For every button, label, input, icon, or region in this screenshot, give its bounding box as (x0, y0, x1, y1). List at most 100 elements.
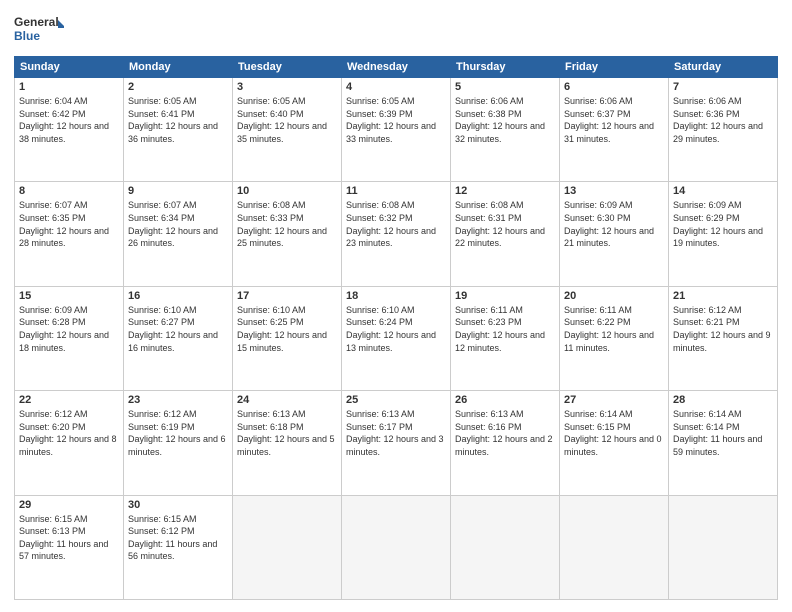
day-info: Sunrise: 6:06 AMSunset: 6:36 PMDaylight:… (673, 96, 763, 144)
calendar-cell: 15 Sunrise: 6:09 AMSunset: 6:28 PMDaylig… (15, 286, 124, 390)
day-number: 12 (455, 185, 555, 197)
day-info: Sunrise: 6:13 AMSunset: 6:16 PMDaylight:… (455, 409, 553, 457)
dow-header: Tuesday (233, 57, 342, 78)
logo: General Blue (14, 12, 64, 48)
calendar-cell: 20 Sunrise: 6:11 AMSunset: 6:22 PMDaylig… (560, 286, 669, 390)
calendar-cell: 23 Sunrise: 6:12 AMSunset: 6:19 PMDaylig… (124, 391, 233, 495)
day-number: 9 (128, 185, 228, 197)
day-number: 3 (237, 81, 337, 93)
calendar-cell: 28 Sunrise: 6:14 AMSunset: 6:14 PMDaylig… (669, 391, 778, 495)
calendar-cell: 19 Sunrise: 6:11 AMSunset: 6:23 PMDaylig… (451, 286, 560, 390)
dow-header: Thursday (451, 57, 560, 78)
calendar-week-row: 1 Sunrise: 6:04 AMSunset: 6:42 PMDayligh… (15, 78, 778, 182)
header: General Blue (14, 12, 778, 48)
calendar-cell (560, 495, 669, 599)
dow-header: Wednesday (342, 57, 451, 78)
day-number: 22 (19, 394, 119, 406)
calendar-cell: 22 Sunrise: 6:12 AMSunset: 6:20 PMDaylig… (15, 391, 124, 495)
day-number: 11 (346, 185, 446, 197)
calendar-cell: 30 Sunrise: 6:15 AMSunset: 6:12 PMDaylig… (124, 495, 233, 599)
calendar-cell: 29 Sunrise: 6:15 AMSunset: 6:13 PMDaylig… (15, 495, 124, 599)
calendar-cell (342, 495, 451, 599)
dow-header: Monday (124, 57, 233, 78)
calendar-week-row: 8 Sunrise: 6:07 AMSunset: 6:35 PMDayligh… (15, 182, 778, 286)
dow-header: Sunday (15, 57, 124, 78)
day-number: 4 (346, 81, 446, 93)
calendar-cell: 8 Sunrise: 6:07 AMSunset: 6:35 PMDayligh… (15, 182, 124, 286)
day-info: Sunrise: 6:12 AMSunset: 6:20 PMDaylight:… (19, 409, 117, 457)
calendar-cell: 12 Sunrise: 6:08 AMSunset: 6:31 PMDaylig… (451, 182, 560, 286)
day-info: Sunrise: 6:05 AMSunset: 6:39 PMDaylight:… (346, 96, 436, 144)
day-info: Sunrise: 6:14 AMSunset: 6:15 PMDaylight:… (564, 409, 662, 457)
calendar-cell: 13 Sunrise: 6:09 AMSunset: 6:30 PMDaylig… (560, 182, 669, 286)
calendar-cell: 18 Sunrise: 6:10 AMSunset: 6:24 PMDaylig… (342, 286, 451, 390)
day-info: Sunrise: 6:07 AMSunset: 6:34 PMDaylight:… (128, 200, 218, 248)
day-info: Sunrise: 6:14 AMSunset: 6:14 PMDaylight:… (673, 409, 762, 457)
day-number: 5 (455, 81, 555, 93)
calendar-cell: 6 Sunrise: 6:06 AMSunset: 6:37 PMDayligh… (560, 78, 669, 182)
day-number: 19 (455, 290, 555, 302)
dow-header: Saturday (669, 57, 778, 78)
day-info: Sunrise: 6:08 AMSunset: 6:31 PMDaylight:… (455, 200, 545, 248)
day-number: 8 (19, 185, 119, 197)
calendar-cell: 1 Sunrise: 6:04 AMSunset: 6:42 PMDayligh… (15, 78, 124, 182)
day-number: 14 (673, 185, 773, 197)
calendar-cell: 27 Sunrise: 6:14 AMSunset: 6:15 PMDaylig… (560, 391, 669, 495)
calendar-cell: 24 Sunrise: 6:13 AMSunset: 6:18 PMDaylig… (233, 391, 342, 495)
day-info: Sunrise: 6:08 AMSunset: 6:32 PMDaylight:… (346, 200, 436, 248)
calendar-cell: 17 Sunrise: 6:10 AMSunset: 6:25 PMDaylig… (233, 286, 342, 390)
day-number: 18 (346, 290, 446, 302)
day-info: Sunrise: 6:10 AMSunset: 6:25 PMDaylight:… (237, 305, 327, 353)
day-info: Sunrise: 6:07 AMSunset: 6:35 PMDaylight:… (19, 200, 109, 248)
day-info: Sunrise: 6:12 AMSunset: 6:21 PMDaylight:… (673, 305, 771, 353)
day-info: Sunrise: 6:13 AMSunset: 6:17 PMDaylight:… (346, 409, 444, 457)
calendar-cell: 16 Sunrise: 6:10 AMSunset: 6:27 PMDaylig… (124, 286, 233, 390)
calendar-cell: 26 Sunrise: 6:13 AMSunset: 6:16 PMDaylig… (451, 391, 560, 495)
day-number: 13 (564, 185, 664, 197)
calendar-cell (451, 495, 560, 599)
calendar-cell: 4 Sunrise: 6:05 AMSunset: 6:39 PMDayligh… (342, 78, 451, 182)
day-info: Sunrise: 6:15 AMSunset: 6:13 PMDaylight:… (19, 514, 108, 562)
day-number: 6 (564, 81, 664, 93)
day-info: Sunrise: 6:09 AMSunset: 6:29 PMDaylight:… (673, 200, 763, 248)
calendar-body: 1 Sunrise: 6:04 AMSunset: 6:42 PMDayligh… (15, 78, 778, 600)
calendar-cell: 2 Sunrise: 6:05 AMSunset: 6:41 PMDayligh… (124, 78, 233, 182)
calendar-cell (233, 495, 342, 599)
calendar-week-row: 22 Sunrise: 6:12 AMSunset: 6:20 PMDaylig… (15, 391, 778, 495)
calendar-cell: 5 Sunrise: 6:06 AMSunset: 6:38 PMDayligh… (451, 78, 560, 182)
day-number: 23 (128, 394, 228, 406)
day-info: Sunrise: 6:10 AMSunset: 6:27 PMDaylight:… (128, 305, 218, 353)
calendar-week-row: 15 Sunrise: 6:09 AMSunset: 6:28 PMDaylig… (15, 286, 778, 390)
calendar-cell: 7 Sunrise: 6:06 AMSunset: 6:36 PMDayligh… (669, 78, 778, 182)
day-number: 17 (237, 290, 337, 302)
day-number: 24 (237, 394, 337, 406)
calendar-cell: 14 Sunrise: 6:09 AMSunset: 6:29 PMDaylig… (669, 182, 778, 286)
day-info: Sunrise: 6:04 AMSunset: 6:42 PMDaylight:… (19, 96, 109, 144)
day-info: Sunrise: 6:11 AMSunset: 6:22 PMDaylight:… (564, 305, 654, 353)
day-info: Sunrise: 6:09 AMSunset: 6:28 PMDaylight:… (19, 305, 109, 353)
calendar-cell: 21 Sunrise: 6:12 AMSunset: 6:21 PMDaylig… (669, 286, 778, 390)
calendar-cell: 3 Sunrise: 6:05 AMSunset: 6:40 PMDayligh… (233, 78, 342, 182)
day-number: 27 (564, 394, 664, 406)
day-number: 25 (346, 394, 446, 406)
calendar-cell (669, 495, 778, 599)
day-number: 26 (455, 394, 555, 406)
day-number: 20 (564, 290, 664, 302)
day-info: Sunrise: 6:06 AMSunset: 6:38 PMDaylight:… (455, 96, 545, 144)
day-number: 29 (19, 499, 119, 511)
day-info: Sunrise: 6:10 AMSunset: 6:24 PMDaylight:… (346, 305, 436, 353)
day-number: 2 (128, 81, 228, 93)
calendar: SundayMondayTuesdayWednesdayThursdayFrid… (14, 56, 778, 600)
day-info: Sunrise: 6:05 AMSunset: 6:41 PMDaylight:… (128, 96, 218, 144)
days-of-week-row: SundayMondayTuesdayWednesdayThursdayFrid… (15, 57, 778, 78)
day-number: 15 (19, 290, 119, 302)
day-number: 30 (128, 499, 228, 511)
day-info: Sunrise: 6:09 AMSunset: 6:30 PMDaylight:… (564, 200, 654, 248)
day-info: Sunrise: 6:08 AMSunset: 6:33 PMDaylight:… (237, 200, 327, 248)
calendar-week-row: 29 Sunrise: 6:15 AMSunset: 6:13 PMDaylig… (15, 495, 778, 599)
calendar-cell: 25 Sunrise: 6:13 AMSunset: 6:17 PMDaylig… (342, 391, 451, 495)
logo-svg: General Blue (14, 12, 64, 48)
calendar-cell: 9 Sunrise: 6:07 AMSunset: 6:34 PMDayligh… (124, 182, 233, 286)
day-number: 21 (673, 290, 773, 302)
day-info: Sunrise: 6:13 AMSunset: 6:18 PMDaylight:… (237, 409, 335, 457)
